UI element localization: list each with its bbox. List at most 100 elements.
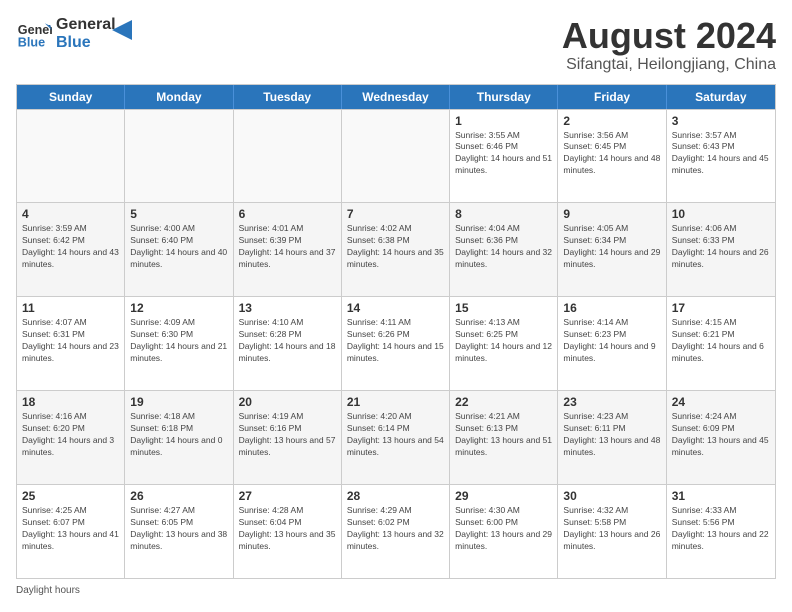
title-block: August 2024 Sifangtai, Heilongjiang, Chi… — [562, 16, 776, 74]
day-info: Sunrise: 3:56 AMSunset: 6:45 PMDaylight:… — [563, 130, 660, 178]
calendar-cell: 21 Sunrise: 4:20 AMSunset: 6:14 PMDayligh… — [342, 391, 450, 484]
calendar-cell: 16 Sunrise: 4:14 AMSunset: 6:23 PMDayligh… — [558, 297, 666, 390]
day-number: 15 — [455, 301, 552, 315]
calendar-cell: 27Sunrise: 4:28 AMSunset: 6:04 PMDayligh… — [234, 485, 342, 578]
svg-text:Blue: Blue — [18, 36, 45, 50]
calendar-cell: 10 Sunrise: 4:06 AMSunset: 6:33 PMDayligh… — [667, 203, 775, 296]
day-info: Sunrise: 4:33 AMSunset: 5:56 PMDaylight:… — [672, 505, 770, 553]
calendar-cell: 15Sunrise: 4:13 AMSunset: 6:25 PMDayligh… — [450, 297, 558, 390]
day-number: 29 — [455, 489, 552, 503]
calendar-cell: 30 Sunrise: 4:32 AMSunset: 5:58 PMDayligh… — [558, 485, 666, 578]
day-number: 24 — [672, 395, 770, 409]
day-info: Sunrise: 4:00 AMSunset: 6:40 PMDaylight:… — [130, 223, 227, 271]
day-number: 28 — [347, 489, 444, 503]
day-info: Sunrise: 3:57 AMSunset: 6:43 PMDaylight:… — [672, 130, 770, 178]
day-number: 16 — [563, 301, 660, 315]
day-info: Sunrise: 4:09 AMSunset: 6:30 PMDaylight:… — [130, 317, 227, 365]
day-number: 8 — [455, 207, 552, 221]
calendar-cell: 8 Sunrise: 4:04 AMSunset: 6:36 PMDaylight… — [450, 203, 558, 296]
weekday-header-thursday: Thursday — [450, 85, 558, 109]
calendar-week-2: 4Sunrise: 3:59 AMSunset: 6:42 PMDaylight… — [17, 202, 775, 296]
day-info: Sunrise: 4:02 AMSunset: 6:38 PMDaylight:… — [347, 223, 444, 271]
calendar-cell: 14Sunrise: 4:11 AMSunset: 6:26 PMDayligh… — [342, 297, 450, 390]
day-number: 4 — [22, 207, 119, 221]
calendar-cell — [342, 110, 450, 203]
footer-label: Daylight hours — [16, 585, 80, 596]
calendar-cell: 12 Sunrise: 4:09 AMSunset: 6:30 PMDayligh… — [125, 297, 233, 390]
day-number: 1 — [455, 114, 552, 128]
day-info: Sunrise: 3:55 AMSunset: 6:46 PMDaylight:… — [455, 130, 552, 178]
weekday-header-friday: Friday — [558, 85, 666, 109]
day-number: 5 — [130, 207, 227, 221]
calendar: SundayMondayTuesdayWednesdayThursdayFrid… — [16, 84, 776, 579]
day-number: 12 — [130, 301, 227, 315]
day-number: 17 — [672, 301, 770, 315]
logo-line1: General — [56, 16, 116, 34]
footer: Daylight hours — [16, 585, 776, 596]
day-number: 23 — [563, 395, 660, 409]
calendar-week-3: 11 Sunrise: 4:07 AMSunset: 6:31 PMDayligh… — [17, 296, 775, 390]
day-number: 9 — [563, 207, 660, 221]
day-number: 26 — [130, 489, 227, 503]
day-info: Sunrise: 4:01 AMSunset: 6:39 PMDaylight:… — [239, 223, 336, 271]
day-info: Sunrise: 4:15 AMSunset: 6:21 PMDaylight:… — [672, 317, 770, 365]
day-info: Sunrise: 4:19 AMSunset: 6:16 PMDaylight:… — [239, 411, 336, 459]
calendar-cell: 26Sunrise: 4:27 AMSunset: 6:05 PMDayligh… — [125, 485, 233, 578]
day-info: Sunrise: 4:10 AMSunset: 6:28 PMDaylight:… — [239, 317, 336, 365]
calendar-cell: 31 Sunrise: 4:33 AMSunset: 5:56 PMDayligh… — [667, 485, 775, 578]
calendar-cell: 23 Sunrise: 4:23 AMSunset: 6:11 PMDayligh… — [558, 391, 666, 484]
calendar-cell — [125, 110, 233, 203]
logo-icon: General Blue — [16, 16, 52, 52]
day-info: Sunrise: 4:05 AMSunset: 6:34 PMDaylight:… — [563, 223, 660, 271]
calendar-cell: 24 Sunrise: 4:24 AMSunset: 6:09 PMDayligh… — [667, 391, 775, 484]
day-info: Sunrise: 4:23 AMSunset: 6:11 PMDaylight:… — [563, 411, 660, 459]
day-info: Sunrise: 4:29 AMSunset: 6:02 PMDaylight:… — [347, 505, 444, 553]
calendar-week-5: 25 Sunrise: 4:25 AMSunset: 6:07 PMDayligh… — [17, 484, 775, 578]
day-info: Sunrise: 4:07 AMSunset: 6:31 PMDaylight:… — [22, 317, 119, 365]
calendar-cell: 7 Sunrise: 4:02 AMSunset: 6:38 PMDaylight… — [342, 203, 450, 296]
day-info: Sunrise: 4:18 AMSunset: 6:18 PMDaylight:… — [130, 411, 227, 459]
day-info: Sunrise: 4:11 AMSunset: 6:26 PMDaylight:… — [347, 317, 444, 365]
day-number: 25 — [22, 489, 119, 503]
day-number: 27 — [239, 489, 336, 503]
day-number: 7 — [347, 207, 444, 221]
day-info: Sunrise: 4:14 AMSunset: 6:23 PMDaylight:… — [563, 317, 660, 365]
calendar-cell — [234, 110, 342, 203]
day-info: Sunrise: 4:32 AMSunset: 5:58 PMDaylight:… — [563, 505, 660, 553]
day-number: 11 — [22, 301, 119, 315]
calendar-cell: 17 Sunrise: 4:15 AMSunset: 6:21 PMDayligh… — [667, 297, 775, 390]
calendar-cell: 13 Sunrise: 4:10 AMSunset: 6:28 PMDayligh… — [234, 297, 342, 390]
logo: General Blue General Blue — [16, 16, 132, 52]
day-number: 30 — [563, 489, 660, 503]
subtitle: Sifangtai, Heilongjiang, China — [562, 56, 776, 74]
main-title: August 2024 — [562, 16, 776, 56]
day-info: Sunrise: 4:06 AMSunset: 6:33 PMDaylight:… — [672, 223, 770, 271]
day-info: Sunrise: 4:04 AMSunset: 6:36 PMDaylight:… — [455, 223, 552, 271]
calendar-cell: 25 Sunrise: 4:25 AMSunset: 6:07 PMDayligh… — [17, 485, 125, 578]
day-number: 31 — [672, 489, 770, 503]
page: General Blue General Blue August 2024 Si… — [0, 0, 792, 612]
day-info: Sunrise: 4:25 AMSunset: 6:07 PMDaylight:… — [22, 505, 119, 553]
calendar-cell: 20 Sunrise: 4:19 AMSunset: 6:16 PMDayligh… — [234, 391, 342, 484]
day-number: 6 — [239, 207, 336, 221]
day-number: 20 — [239, 395, 336, 409]
header: General Blue General Blue August 2024 Si… — [16, 16, 776, 74]
calendar-cell: 9 Sunrise: 4:05 AMSunset: 6:34 PMDaylight… — [558, 203, 666, 296]
day-number: 21 — [347, 395, 444, 409]
day-number: 13 — [239, 301, 336, 315]
weekday-header-wednesday: Wednesday — [342, 85, 450, 109]
day-info: Sunrise: 4:16 AMSunset: 6:20 PMDaylight:… — [22, 411, 119, 459]
day-info: Sunrise: 4:21 AMSunset: 6:13 PMDaylight:… — [455, 411, 552, 459]
day-number: 2 — [563, 114, 660, 128]
day-info: Sunrise: 4:24 AMSunset: 6:09 PMDaylight:… — [672, 411, 770, 459]
calendar-cell — [17, 110, 125, 203]
calendar-cell: 19Sunrise: 4:18 AMSunset: 6:18 PMDayligh… — [125, 391, 233, 484]
day-info: Sunrise: 4:20 AMSunset: 6:14 PMDaylight:… — [347, 411, 444, 459]
day-number: 10 — [672, 207, 770, 221]
calendar-cell: 1 Sunrise: 3:55 AMSunset: 6:46 PMDaylight… — [450, 110, 558, 203]
day-number: 18 — [22, 395, 119, 409]
day-number: 22 — [455, 395, 552, 409]
weekday-header-sunday: Sunday — [17, 85, 125, 109]
logo-arrow-icon — [112, 20, 132, 40]
calendar-cell: 29Sunrise: 4:30 AMSunset: 6:00 PMDayligh… — [450, 485, 558, 578]
